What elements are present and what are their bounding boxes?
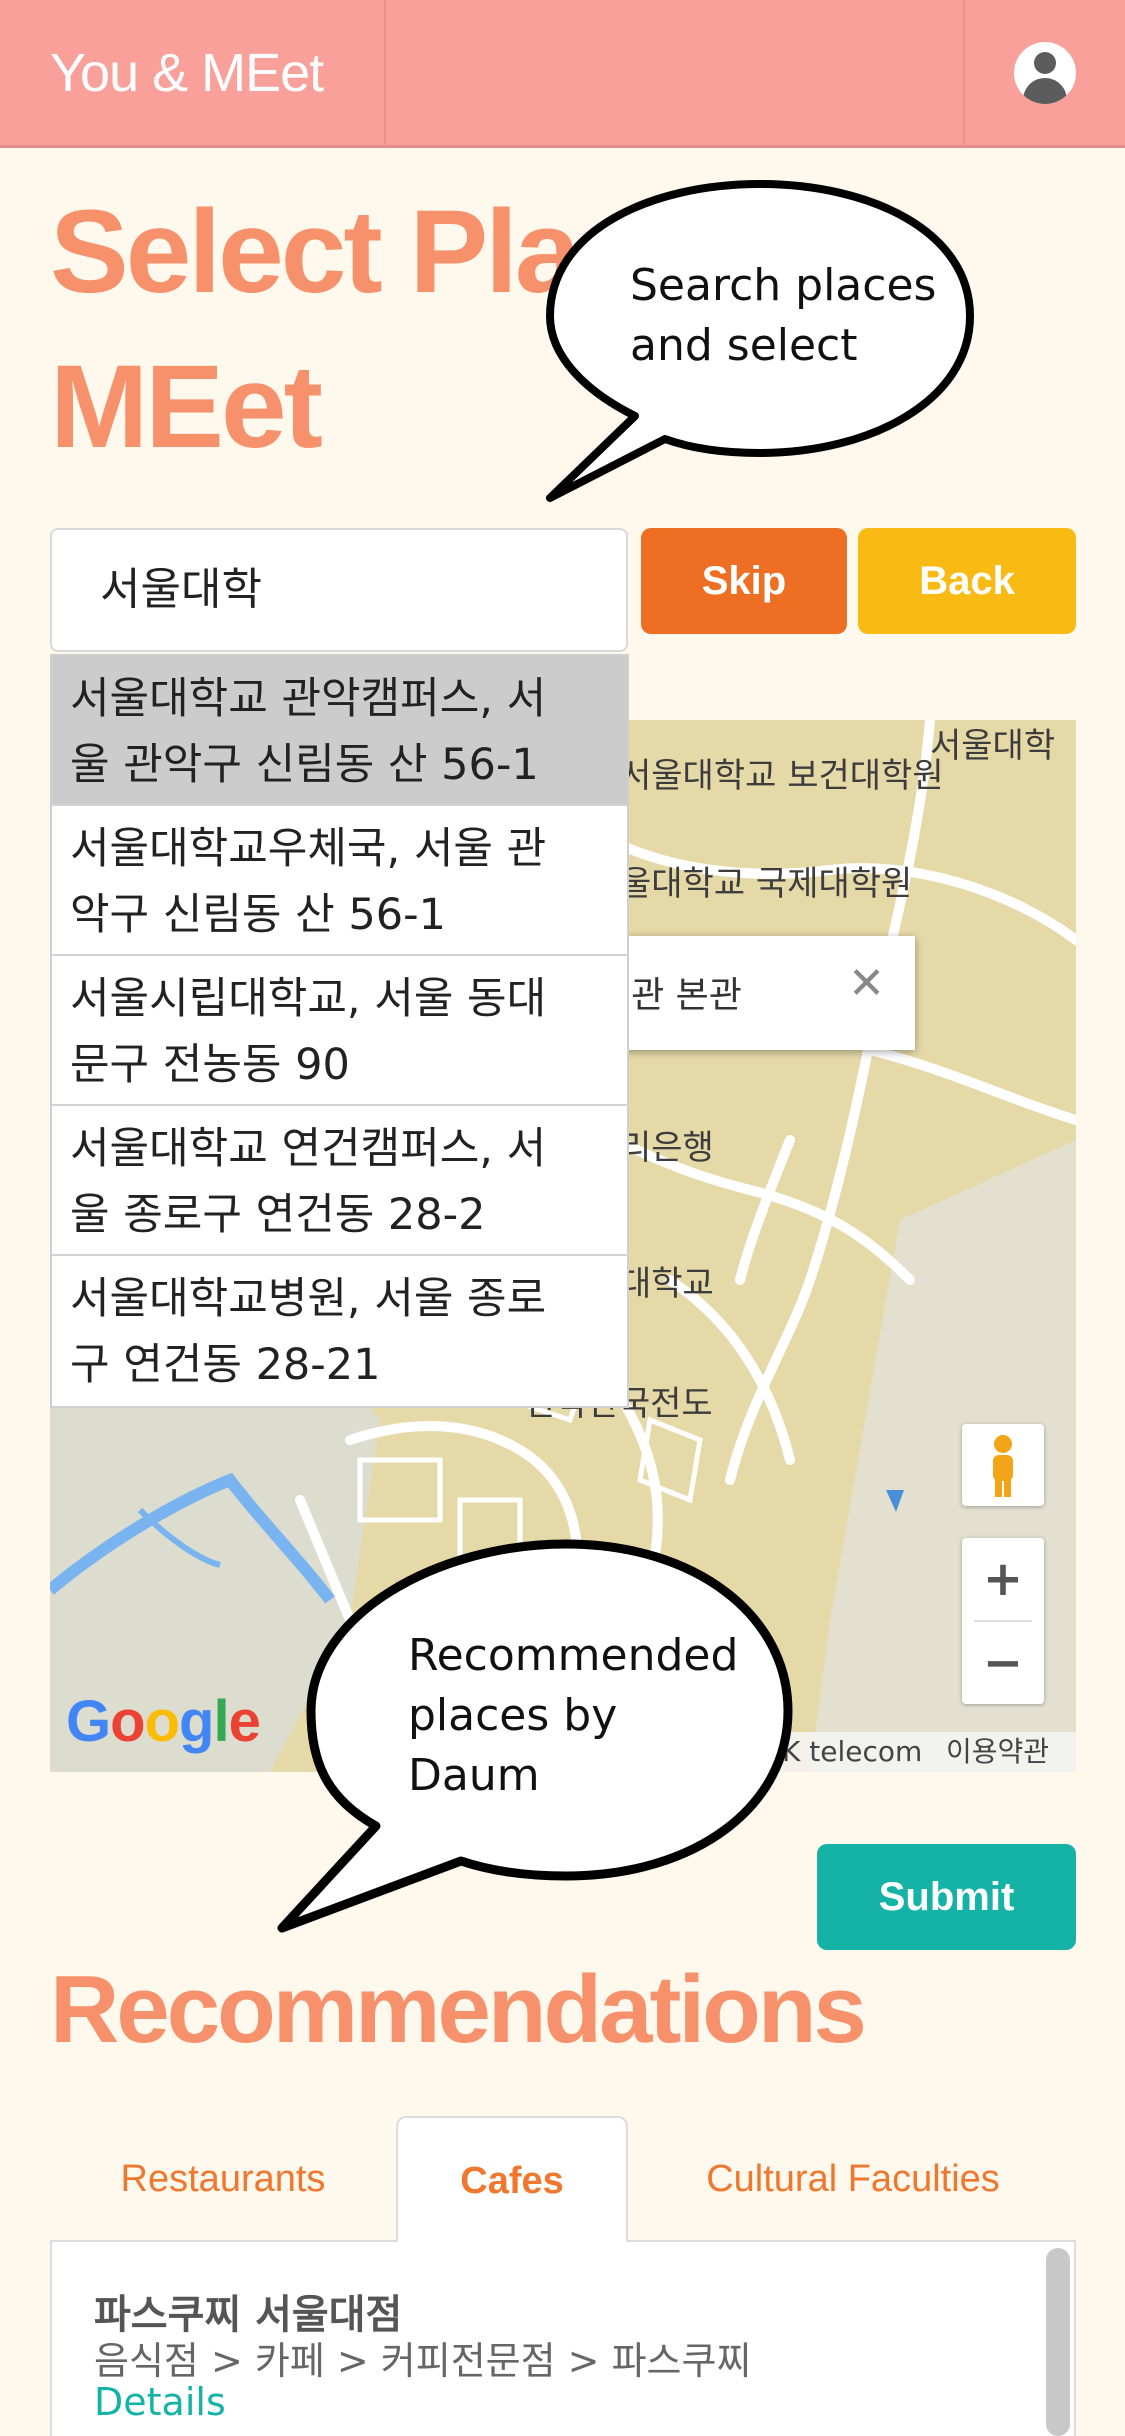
map-info-window: 시관 본관 ✕ xyxy=(590,936,915,1050)
submit-button[interactable]: Submit xyxy=(817,1844,1076,1950)
user-menu-button[interactable] xyxy=(963,0,1125,145)
map-label-grad-health: 서울대학교 보건대학원 xyxy=(620,756,944,796)
search-callout-line2: and select xyxy=(630,320,858,371)
suggestion-line: 문구 전농동 90 xyxy=(70,1040,350,1090)
suggestion-item[interactable]: 서울대학교 연건캠퍼스, 서 울 종로구 연건동 28-2 xyxy=(52,1106,627,1256)
suggestion-line: 구 연건동 28-21 xyxy=(70,1340,381,1390)
suggestion-line: 서울대학교병원, 서울 종로 xyxy=(70,1274,547,1324)
recommendation-tabs: Restaurants Cafes Cultural Faculties xyxy=(50,2116,1076,2244)
recommend-callout-line2: places by xyxy=(408,1690,618,1741)
zoom-out-button[interactable]: − xyxy=(962,1622,1044,1704)
suggestion-line: 울 관악구 신림동 산 56-1 xyxy=(70,740,539,790)
suggestion-line: 서울시립대학교, 서울 동대 xyxy=(70,974,547,1024)
suggestion-item[interactable]: 서울시립대학교, 서울 동대 문구 전농동 90 xyxy=(52,956,627,1106)
search-callout-line1: Search places xyxy=(630,260,937,311)
search-suggestions: 서울대학교 관악캠퍼스, 서 울 관악구 신림동 산 56-1 서울대학교우체국… xyxy=(50,654,629,1408)
map-label-top: 서울대학 xyxy=(930,726,1056,766)
header-spacer xyxy=(388,0,965,145)
suggestion-item[interactable]: 서울대학교우체국, 서울 관 악구 신림동 산 56-1 xyxy=(52,806,627,956)
suggestion-line: 서울대학교 연건캠퍼스, 서 xyxy=(70,1124,547,1174)
zoom-controls: + − xyxy=(962,1538,1044,1704)
street-view-pegman-icon[interactable] xyxy=(962,1424,1044,1506)
recommendations-title: Recommendations xyxy=(50,1956,867,2063)
recommendation-list: 파스쿠찌 서울대점 음식점 > 카페 > 커피전문점 > 파스쿠찌 Detail… xyxy=(50,2242,1076,2436)
map-label-univ: 대학교 xyxy=(620,1264,714,1304)
map-label-bank: 리은행 xyxy=(620,1128,714,1168)
suggestion-item[interactable]: 서울대학교 관악캠퍼스, 서 울 관악구 신림동 산 56-1 xyxy=(52,656,627,806)
tab-cultural-faculties[interactable]: Cultural Faculties xyxy=(630,2116,1076,2242)
brand-logo[interactable]: You & MEet xyxy=(0,0,386,145)
suggestion-line: 서울대학교 관악캠퍼스, 서 xyxy=(70,674,547,724)
search-callout: Search places and select xyxy=(540,176,980,506)
back-button[interactable]: Back xyxy=(858,528,1076,634)
tab-restaurants[interactable]: Restaurants xyxy=(50,2116,396,2242)
user-avatar-icon xyxy=(1014,41,1076,104)
app-header: You & MEet xyxy=(0,0,1125,148)
suggestion-line: 악구 신림동 산 56-1 xyxy=(70,890,446,940)
google-logo: Google xyxy=(66,1689,261,1754)
close-icon[interactable]: ✕ xyxy=(848,958,885,1009)
tab-cafes[interactable]: Cafes xyxy=(396,2116,628,2244)
skip-button[interactable]: Skip xyxy=(641,528,847,634)
zoom-in-button[interactable]: + xyxy=(962,1538,1044,1620)
details-link[interactable]: Details xyxy=(94,2380,226,2424)
recommend-callout: Recommended places by Daum xyxy=(276,1536,796,1934)
recommend-callout-line1: Recommended xyxy=(408,1630,739,1681)
map-label-grad-intl: 울대학교 국제대학원 xyxy=(620,864,913,904)
recommend-callout-line3: Daum xyxy=(408,1750,540,1801)
place-category: 음식점 > 카페 > 커피전문점 > 파스쿠찌 xyxy=(94,2339,752,2383)
suggestion-line: 서울대학교우체국, 서울 관 xyxy=(70,824,547,874)
suggestion-item[interactable]: 서울대학교병원, 서울 종로 구 연건동 28-21 xyxy=(52,1256,627,1406)
suggestion-line: 울 종로구 연건동 28-2 xyxy=(70,1190,486,1240)
place-search-input[interactable]: 서울대학 xyxy=(50,528,628,652)
map-terms-link[interactable]: 이용약관 xyxy=(934,1732,1076,1772)
scrollbar[interactable] xyxy=(1046,2248,1070,2436)
